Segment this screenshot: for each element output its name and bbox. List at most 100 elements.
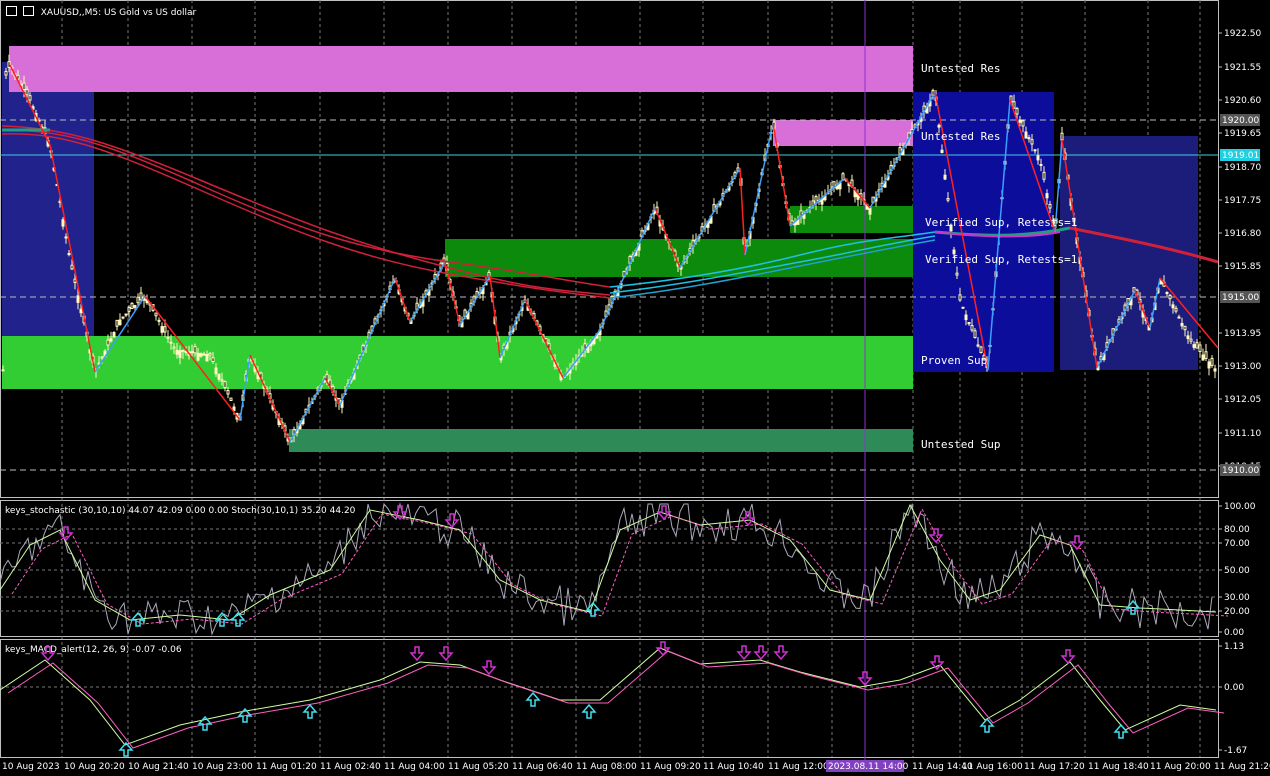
- candle-body: [1018, 119, 1022, 123]
- candle-body: [1174, 307, 1178, 312]
- candle-body: [226, 390, 230, 395]
- candle-body: [211, 357, 215, 362]
- candle-body: [25, 88, 29, 96]
- time-label: 10 Aug 23:00: [192, 762, 253, 772]
- up-arrow-icon: [302, 703, 318, 719]
- candle-body: [118, 319, 122, 326]
- stoch-arrows: [58, 505, 1141, 627]
- zone-proven-sup: [2, 336, 913, 389]
- candle-body: [217, 374, 221, 380]
- zigzag-down-5: [394, 277, 411, 323]
- macd-axis: 1.13 0.00 -1.67: [1218, 642, 1247, 756]
- candle-body: [67, 253, 71, 256]
- zone-label-proven-sup: Proven Sup: [921, 354, 987, 367]
- time-label: 11 Aug 21:20: [1214, 762, 1270, 772]
- candle-body: [139, 292, 143, 301]
- candle-body: [1060, 132, 1064, 141]
- candle-body: [133, 305, 137, 308]
- current-price-label: 1919.01: [1222, 151, 1259, 161]
- price-axis: 1922.50 1921.55 1920.60 1919.65 1918.70 1917.…: [1218, 29, 1261, 476]
- stoch-pane-border: [0, 500, 1219, 637]
- macd-label: 0.00: [1224, 683, 1244, 693]
- price-marker-label: 1915.00: [1222, 293, 1259, 303]
- price-label: 1919.65: [1224, 129, 1261, 139]
- candle-body: [1201, 354, 1205, 361]
- chart-svg[interactable]: Untested Res Untested Res Verified Sup, …: [0, 0, 1270, 776]
- candle-body: [1195, 342, 1199, 349]
- candle-body: [166, 336, 170, 339]
- supply-demand-zones: [2, 46, 1198, 452]
- price-label: 1917.75: [1224, 196, 1261, 206]
- candle-body: [1198, 344, 1202, 353]
- time-label: 11 Aug 02:40: [320, 762, 381, 772]
- zone-label-verified-sup-1: Verified Sup, Retests=1: [925, 216, 1077, 229]
- zigzag-up-10: [744, 122, 774, 256]
- candle-body: [976, 344, 980, 347]
- candle-body: [1207, 361, 1211, 369]
- candle-body: [112, 331, 116, 338]
- candle-body: [979, 346, 983, 354]
- cursor-time-label: 2023.08.11 14:00: [828, 762, 909, 772]
- candle-body: [28, 95, 32, 101]
- zone-untested-res-2: [773, 120, 913, 146]
- time-label: 11 Aug 20:00: [1150, 762, 1211, 772]
- down-arrow-icon: [753, 645, 769, 661]
- candle-body: [136, 296, 140, 304]
- candle-body: [106, 339, 110, 346]
- up-arrow-icon: [1113, 723, 1129, 739]
- candle-body: [1177, 316, 1181, 319]
- candle-body: [70, 264, 74, 270]
- candle-body: [1015, 108, 1019, 115]
- macd-arrows: [40, 641, 1129, 757]
- time-label: 11 Aug 17:20: [1024, 762, 1085, 772]
- candle-body: [199, 353, 203, 357]
- candle-body: [22, 82, 26, 90]
- down-arrow-icon: [740, 511, 756, 527]
- candle-body: [202, 353, 206, 356]
- candle-body: [121, 316, 125, 319]
- stoch-axis: 100.00 80.00 70.00 50.00 30.00 20.00 0.00: [1218, 502, 1256, 638]
- candle-body: [961, 306, 965, 309]
- candle-body: [190, 351, 194, 354]
- candle-body: [1033, 149, 1037, 152]
- stoch-label: 20.00: [1224, 607, 1250, 617]
- zone-label-untested-res-2: Untested Res: [921, 130, 1000, 143]
- candle-body: [109, 338, 113, 342]
- candle-body: [127, 307, 131, 312]
- time-label: 11 Aug 01:20: [256, 762, 317, 772]
- candle-body: [1204, 351, 1208, 359]
- macd-label: -1.67: [1224, 746, 1247, 756]
- price-label: 1913.00: [1224, 362, 1261, 372]
- candle-body: [1, 369, 5, 372]
- candle-body: [196, 352, 200, 361]
- candle-body: [184, 351, 188, 354]
- candle-body: [124, 313, 128, 316]
- candle-body: [967, 322, 971, 325]
- macd-signal-line: [7, 650, 1225, 749]
- price-label: 1920.60: [1224, 96, 1261, 106]
- candle-body: [1171, 304, 1175, 309]
- candle-body: [1210, 357, 1214, 366]
- highlight-box-left: [2, 62, 94, 372]
- candle-body: [1045, 193, 1049, 199]
- candle-body: [229, 397, 233, 402]
- candle-body: [1039, 164, 1043, 167]
- down-arrow-icon: [444, 513, 460, 529]
- down-arrow-icon: [40, 646, 56, 662]
- zone-untested-res-1: [9, 46, 913, 92]
- down-arrow-icon: [438, 646, 454, 662]
- candle-body: [1030, 139, 1034, 145]
- candle-body: [169, 341, 173, 344]
- candle-body: [205, 354, 209, 362]
- time-label: 11 Aug 04:00: [384, 762, 445, 772]
- candle-body: [175, 349, 179, 355]
- stoch-main-line: [0, 503, 1217, 621]
- time-label: 11 Aug 18:40: [1088, 762, 1149, 772]
- stoch-label: 50.00: [1224, 566, 1250, 576]
- stoch-label: 80.00: [1224, 525, 1250, 535]
- macd-pane: 1.13 0.00 -1.67: [0, 641, 1247, 757]
- stoch-label: 0.00: [1224, 628, 1244, 638]
- candle-body: [1024, 131, 1028, 139]
- candle-body: [973, 330, 977, 338]
- stochastic-pane: 100.00 80.00 70.00 50.00 30.00 20.00 0.00: [0, 502, 1256, 638]
